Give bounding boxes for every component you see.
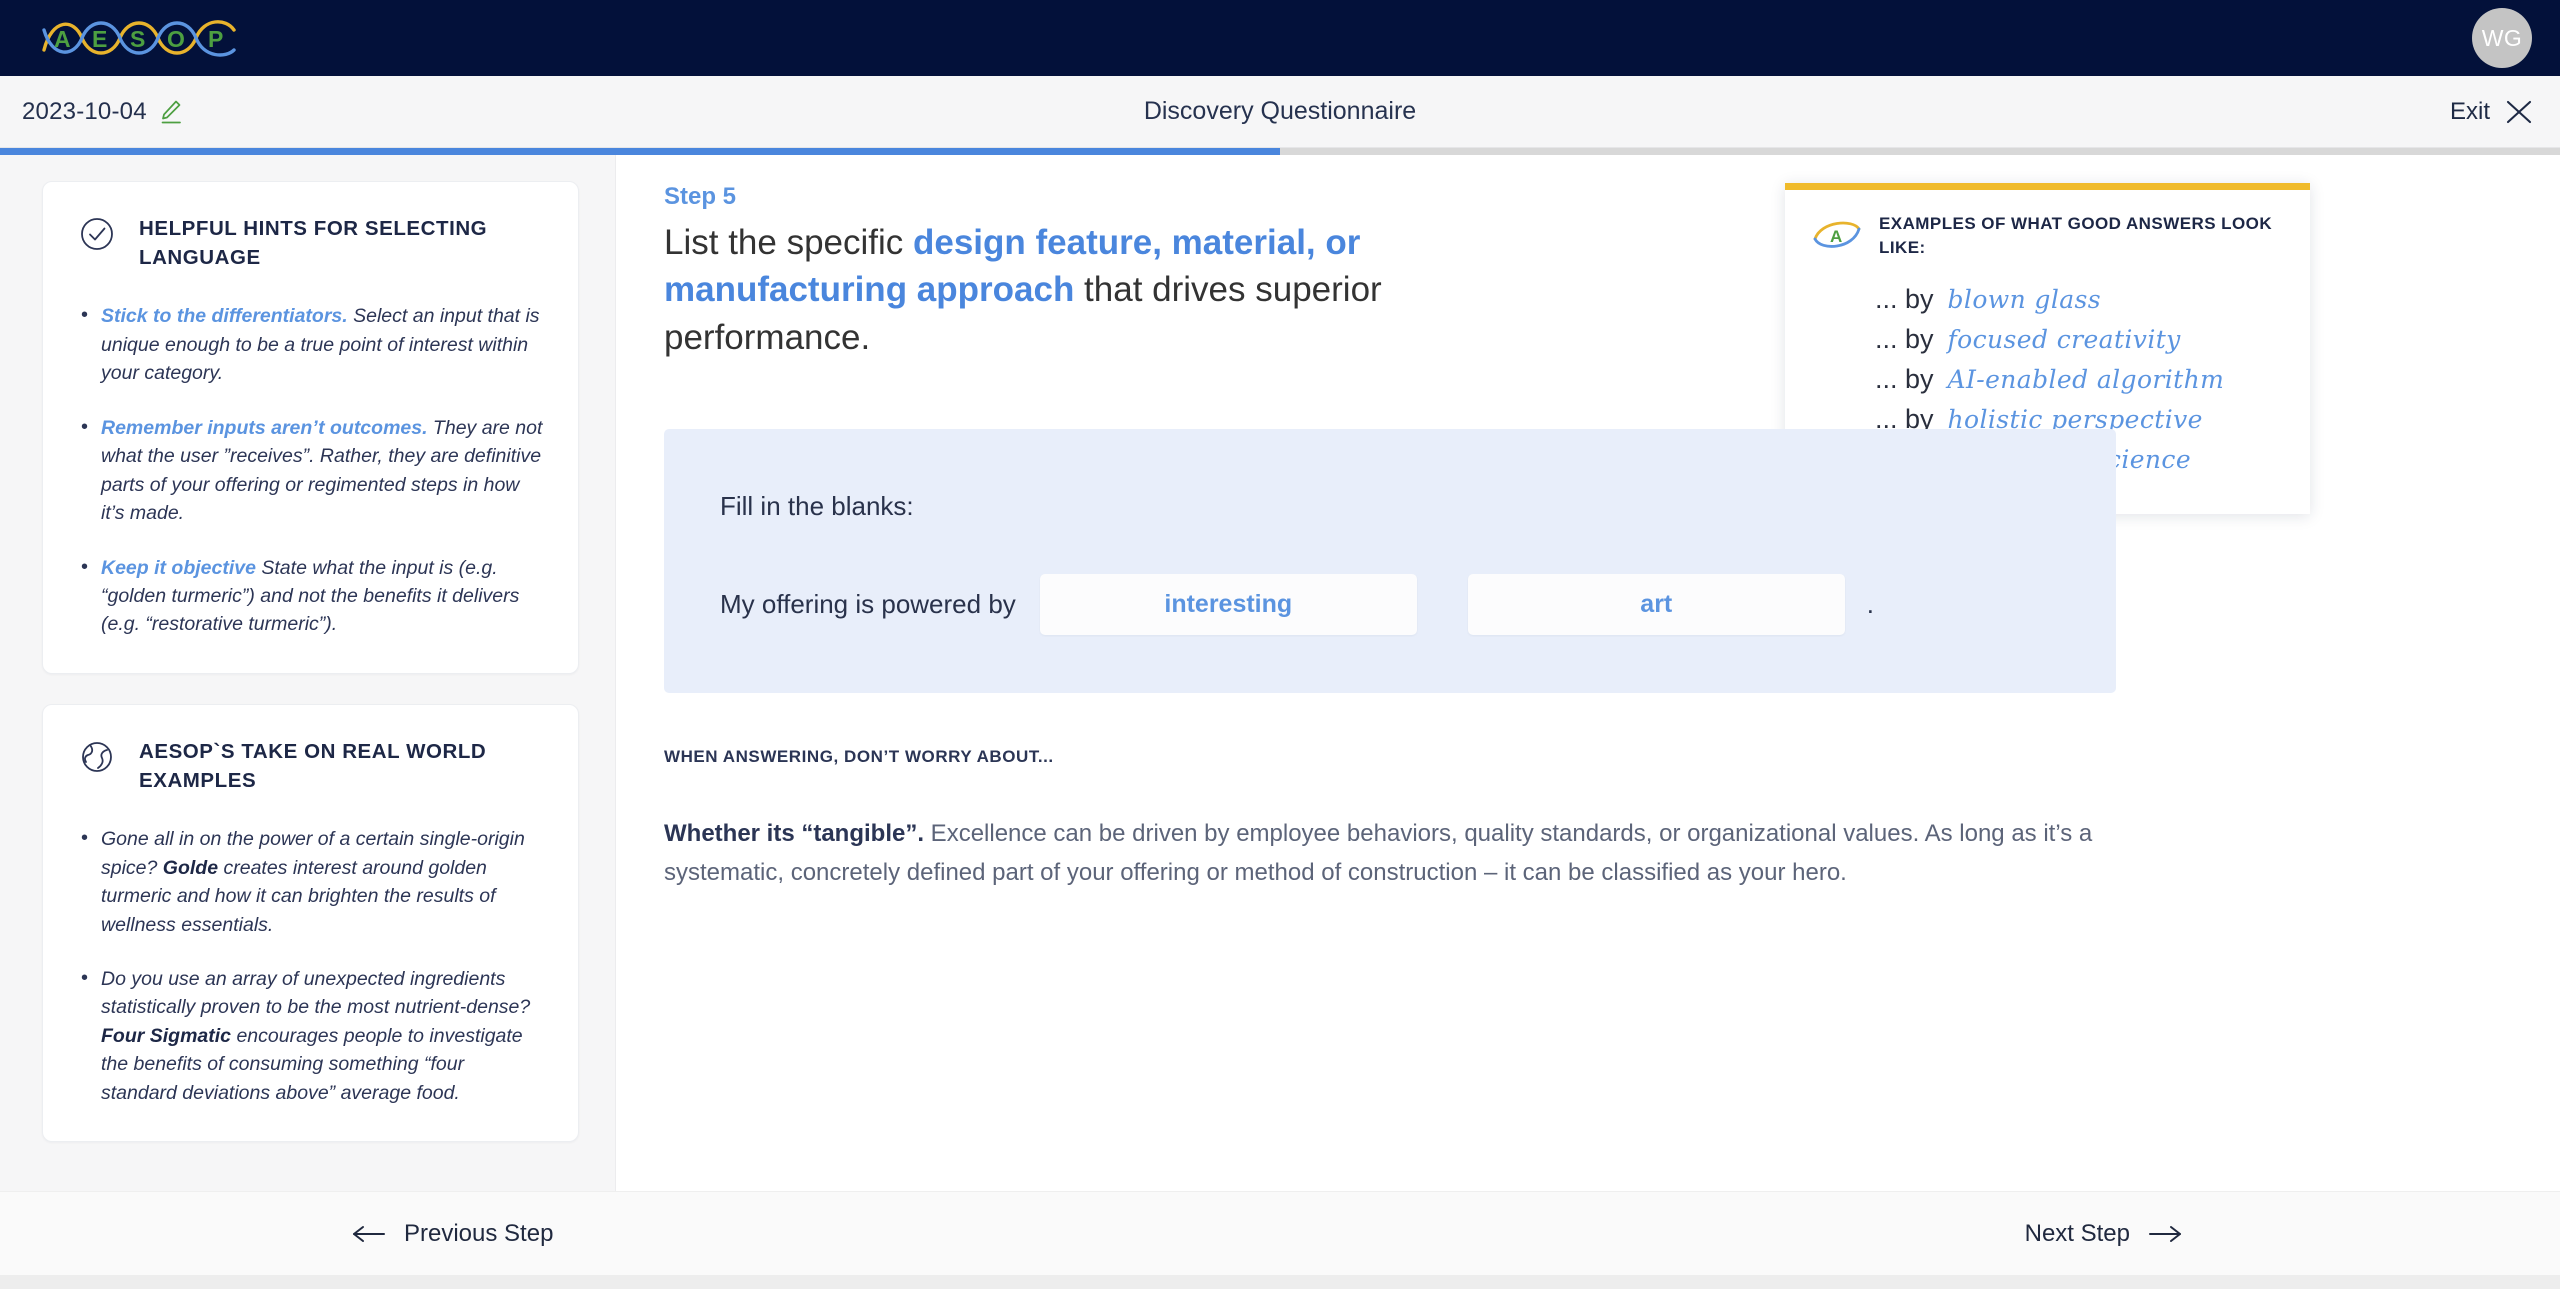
user-avatar[interactable]: WG <box>2472 8 2532 68</box>
hints-sidebar: HELPFUL HINTS FOR SELECTING LANGUAGE Sti… <box>0 155 616 1212</box>
list-item: Do you use an array of unexpected ingred… <box>77 964 544 1107</box>
hint-lead: Stick to the differentiators. <box>101 305 348 328</box>
note-bold: Whether its “tangible”. <box>664 819 925 847</box>
footer-navigation: Previous Step Next Step <box>0 1191 2560 1275</box>
examples-card-header: AESOP`S TAKE ON REAL WORLD EXAMPLES <box>77 735 544 803</box>
fill-in-blanks-label: Fill in the blanks: <box>720 490 914 521</box>
question-heading: List the specific design feature, materi… <box>664 219 1564 361</box>
list-item: ... by focused creativity <box>1875 324 2284 355</box>
exit-label: Exit <box>2449 97 2490 125</box>
example-brand: Golde <box>162 856 219 879</box>
app-root: A E S O P WG 2023-10-04 Discovery Questi… <box>0 0 2560 1289</box>
fill-in-blanks-panel: Fill in the blanks: My offering is power… <box>664 428 2116 693</box>
example-value: focused creativity <box>1947 325 2181 355</box>
avatar-initials: WG <box>2481 24 2523 51</box>
check-circle-icon <box>81 218 113 250</box>
previous-step-button[interactable]: Previous Step <box>352 1220 553 1248</box>
blank-input-2[interactable] <box>1467 573 1845 635</box>
arrow-left-icon <box>353 1225 385 1242</box>
example-value: blown glass <box>1947 285 2101 315</box>
note-heading: WHEN ANSWERING, DON’T WORRY ABOUT... <box>664 746 1054 766</box>
svg-text:P: P <box>208 26 223 52</box>
arrow-right-icon <box>2149 1225 2181 1242</box>
sub-header: 2023-10-04 Discovery Questionnaire Exit <box>0 76 2560 148</box>
svg-text:E: E <box>92 26 107 52</box>
globe-icon <box>82 742 112 772</box>
document-date[interactable]: 2023-10-04 <box>22 98 183 126</box>
svg-text:A: A <box>54 26 71 52</box>
good-answers-header: A EXAMPLES OF WHAT GOOD ANSWERS LOOK LIK… <box>1785 190 2310 266</box>
list-item: ... by blown glass <box>1875 284 2284 315</box>
example-prefix: ... by <box>1875 324 1934 355</box>
blank-input-1[interactable] <box>1039 573 1417 635</box>
hints-card: HELPFUL HINTS FOR SELECTING LANGUAGE Sti… <box>42 181 579 674</box>
hints-list: Stick to the differentiators. Select an … <box>77 301 544 639</box>
list-item: Gone all in on the power of a certain si… <box>77 824 544 939</box>
svg-text:S: S <box>130 26 145 52</box>
example-brand: Four Sigmatic <box>101 1024 232 1047</box>
aesop-logo[interactable]: A E S O P <box>38 10 244 66</box>
example-pre: Do you use an array of unexpected ingred… <box>101 968 531 1019</box>
svg-text:A: A <box>1830 227 1842 246</box>
close-icon[interactable] <box>2504 97 2534 127</box>
top-navigation-bar: A E S O P WG <box>0 0 2560 76</box>
list-item: Stick to the differentiators. Select an … <box>77 301 544 387</box>
examples-card-sidebar: AESOP`S TAKE ON REAL WORLD EXAMPLES Gone… <box>42 703 579 1143</box>
example-prefix: ... by <box>1875 364 1934 395</box>
example-prefix: ... by <box>1875 284 1934 315</box>
progress-bar-fill <box>0 148 1280 155</box>
real-world-examples-list: Gone all in on the power of a certain si… <box>77 824 544 1107</box>
fill-in-blanks-row: My offering is powered by . <box>720 573 2060 635</box>
date-label: 2023-10-04 <box>22 97 147 125</box>
body-area: HELPFUL HINTS FOR SELECTING LANGUAGE Sti… <box>0 155 2560 1212</box>
hints-card-header: HELPFUL HINTS FOR SELECTING LANGUAGE <box>77 212 544 280</box>
previous-step-label: Previous Step <box>404 1219 554 1247</box>
list-item: ... by AI-enabled algorithm <box>1875 364 2284 395</box>
hint-lead: Remember inputs aren’t outcomes. <box>101 416 428 439</box>
svg-text:O: O <box>167 26 185 52</box>
page-title: Discovery Questionnaire <box>1143 97 1417 125</box>
aesop-eye-icon: A <box>1813 221 1861 248</box>
example-value: AI-enabled algorithm <box>1947 365 2225 395</box>
examples-card-title: AESOP`S TAKE ON REAL WORLD EXAMPLES <box>139 739 487 793</box>
hints-card-title: HELPFUL HINTS FOR SELECTING LANGUAGE <box>139 217 488 270</box>
bottom-strip <box>0 1275 2560 1289</box>
hint-lead: Keep it objective <box>101 556 256 579</box>
list-item: Remember inputs aren’t outcomes. They ar… <box>77 413 544 528</box>
blanks-period: . <box>1866 588 1875 619</box>
progress-bar-track <box>0 148 2560 155</box>
blanks-prefix-text: My offering is powered by <box>720 588 1016 619</box>
pencil-icon[interactable] <box>159 99 183 125</box>
main-content: Step 5 List the specific design feature,… <box>616 155 2560 1212</box>
main-inner: Step 5 List the specific design feature,… <box>616 183 2560 893</box>
next-step-label: Next Step <box>2024 1219 2130 1247</box>
question-pre: List the specific <box>664 223 913 262</box>
list-item: Keep it objective State what the input i… <box>77 552 544 639</box>
exit-button[interactable]: Exit <box>2450 97 2534 127</box>
note-body: Whether its “tangible”. Excellence can b… <box>664 815 2124 893</box>
good-answers-title: EXAMPLES OF WHAT GOOD ANSWERS LOOK LIKE: <box>1879 214 2273 258</box>
next-step-button[interactable]: Next Step <box>2025 1220 2182 1248</box>
